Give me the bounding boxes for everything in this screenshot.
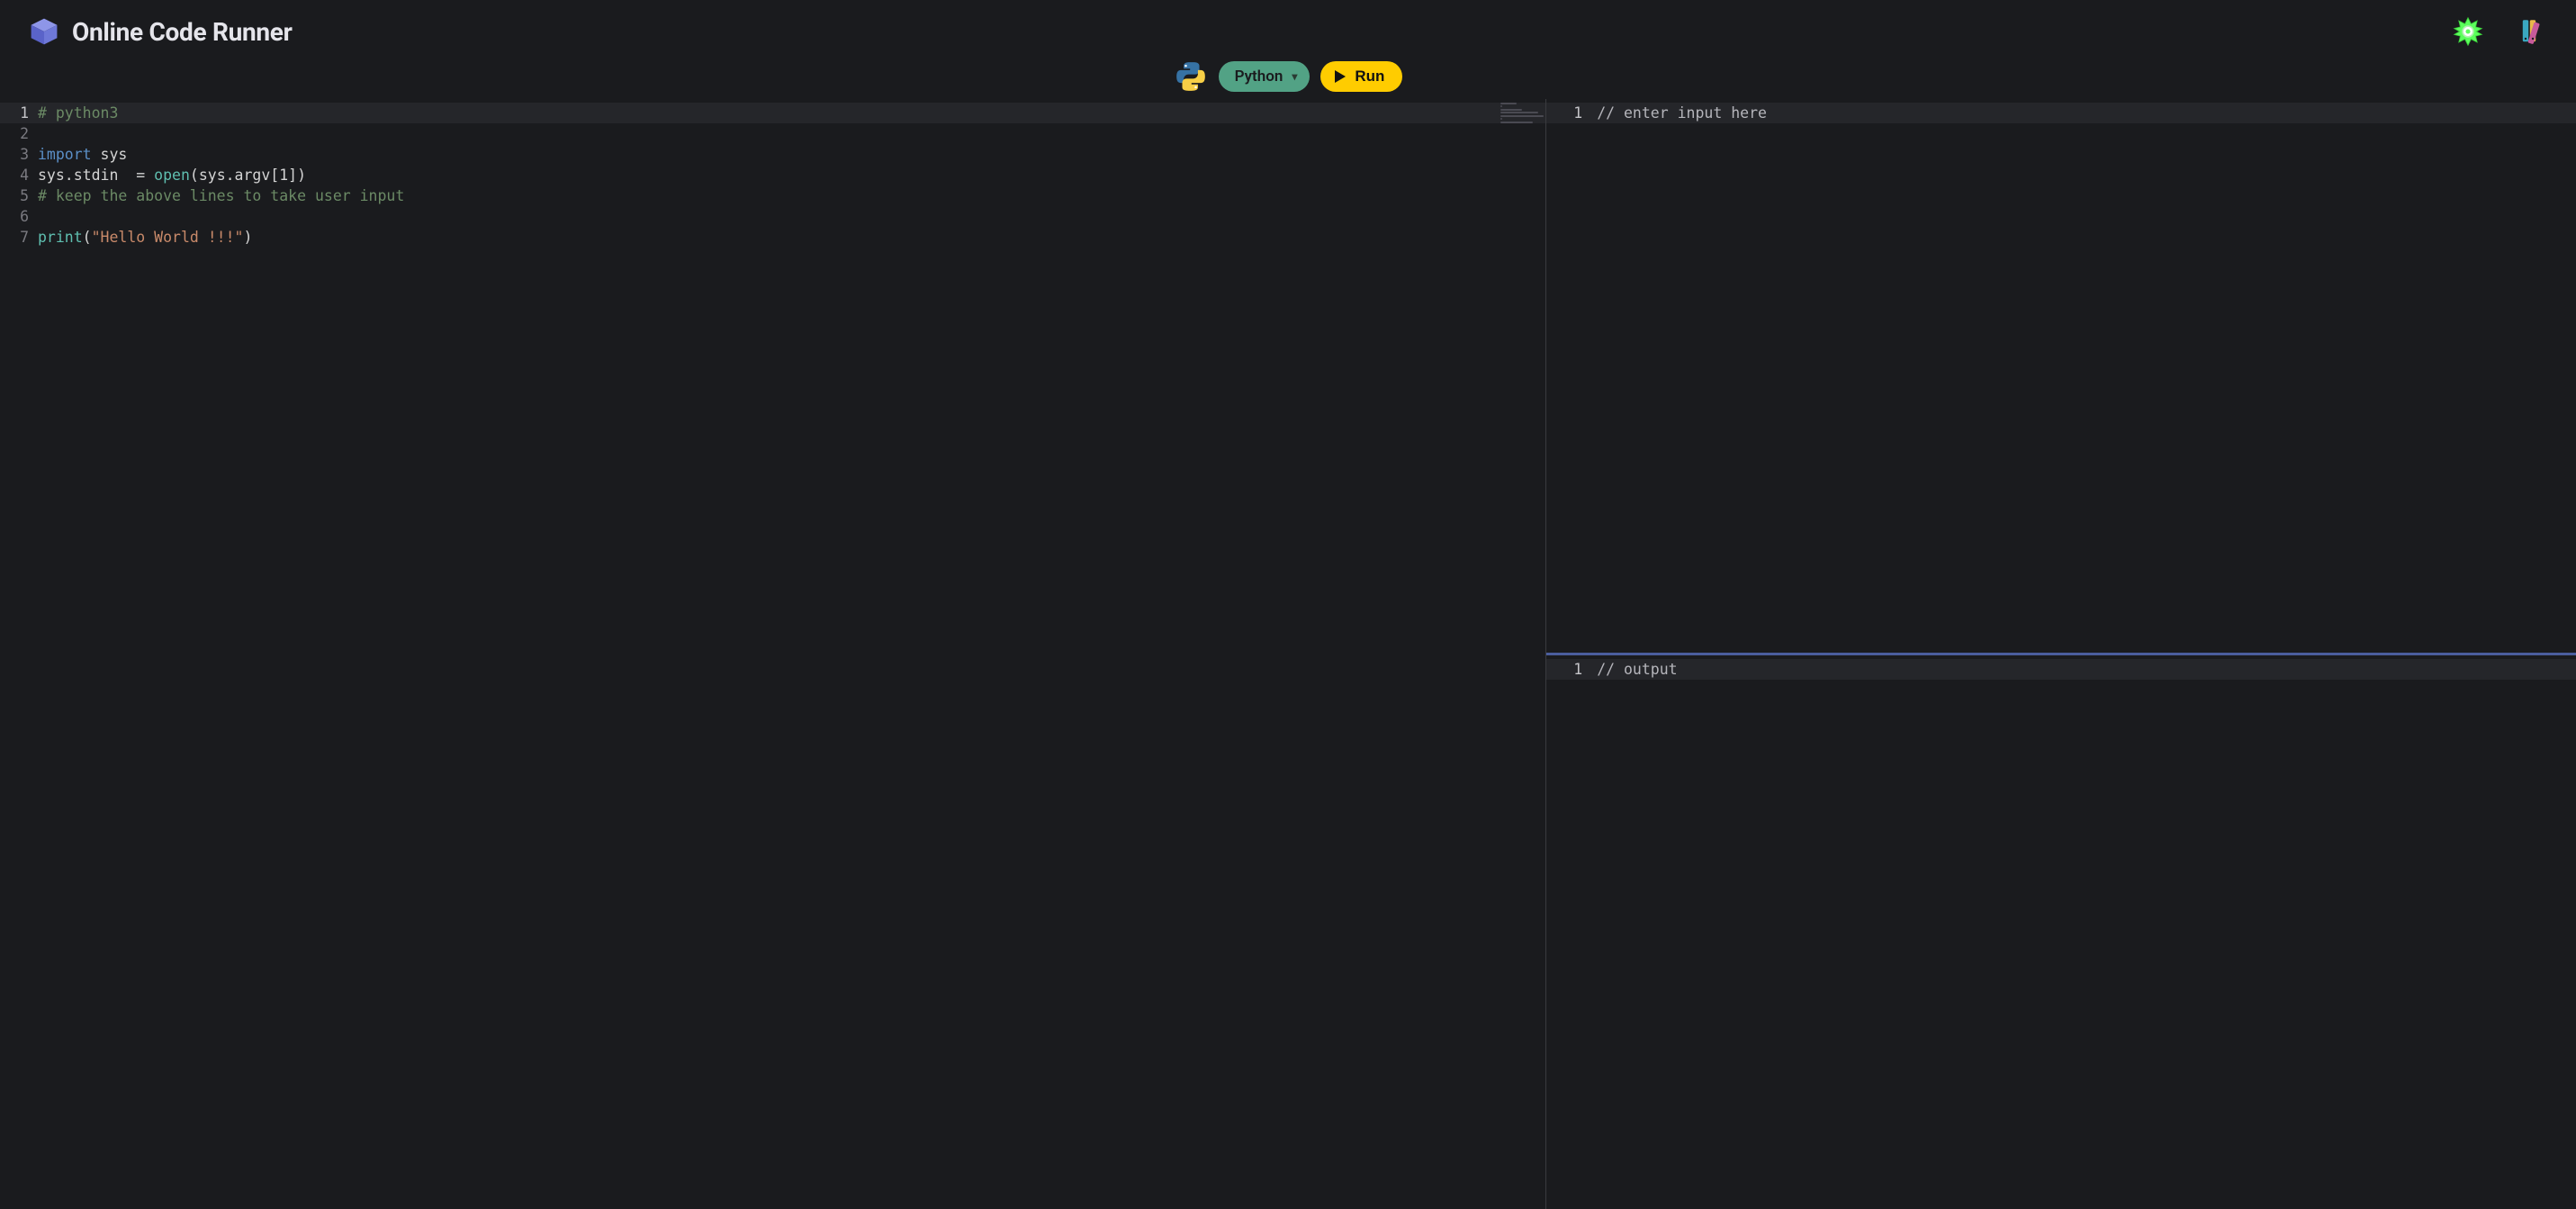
code-line[interactable]: 2 — [0, 123, 1545, 144]
header-right — [2452, 15, 2549, 48]
minimap[interactable] — [1499, 101, 1544, 137]
code-line[interactable]: 7print("Hello World !!!") — [0, 227, 1545, 248]
toolbar: Python ▾ Run — [0, 54, 2576, 99]
line-number: 6 — [0, 206, 38, 227]
line-number: 2 — [0, 123, 38, 144]
code-line[interactable]: 6 — [0, 206, 1545, 227]
code-line[interactable]: 5# keep the above lines to take user inp… — [0, 185, 1545, 206]
theme-toggle-button[interactable] — [2452, 15, 2484, 48]
line-number: 5 — [0, 185, 38, 206]
line-number: 1 — [0, 103, 38, 123]
code-content: import sys — [38, 144, 127, 165]
theme-palette-button[interactable] — [2517, 15, 2549, 48]
code-content: // enter input here — [1597, 103, 1767, 123]
run-button[interactable]: Run — [1320, 61, 1402, 92]
palette-icon — [2518, 17, 2547, 46]
line-number: 7 — [0, 227, 38, 248]
line-number: 3 — [0, 144, 38, 165]
code-content: // output — [1597, 659, 1677, 680]
header-left: Online Code Runner — [27, 14, 293, 49]
code-editor-pane[interactable]: 1# python323import sys4sys.stdin = open(… — [0, 99, 1545, 1209]
code-content: sys.stdin = open(sys.argv[1]) — [38, 165, 306, 185]
line-number: 1 — [1546, 103, 1597, 123]
code-content: print("Hello World !!!") — [38, 227, 252, 248]
run-button-label: Run — [1355, 68, 1384, 86]
code-content: # keep the above lines to take user inpu… — [38, 185, 404, 206]
code-content: # python3 — [38, 103, 118, 123]
code-line[interactable]: 1// output — [1546, 659, 2576, 680]
language-select[interactable]: Python ▾ — [1219, 61, 1311, 92]
input-pane[interactable]: 1// enter input here — [1546, 99, 2576, 653]
python-logo-icon — [1174, 59, 1208, 94]
code-line[interactable]: 1# python3 — [0, 103, 1545, 123]
chevron-down-icon: ▾ — [1292, 70, 1297, 83]
workspace: 1# python323import sys4sys.stdin = open(… — [0, 99, 2576, 1209]
play-icon — [1335, 70, 1346, 83]
code-editor[interactable]: 1# python323import sys4sys.stdin = open(… — [0, 99, 1545, 1209]
line-number: 4 — [0, 165, 38, 185]
app-title: Online Code Runner — [72, 17, 293, 47]
input-editor[interactable]: 1// enter input here — [1546, 99, 2576, 123]
io-pane: 1// enter input here 1// output — [1545, 99, 2576, 1209]
output-pane: 1// output — [1546, 653, 2576, 1209]
code-line[interactable]: 1// enter input here — [1546, 103, 2576, 123]
output-editor: 1// output — [1546, 655, 2576, 680]
app-logo-icon — [27, 14, 61, 49]
code-line[interactable]: 4sys.stdin = open(sys.argv[1]) — [0, 165, 1545, 185]
header: Online Code Runner — [0, 0, 2576, 54]
language-select-label: Python — [1235, 68, 1283, 86]
sun-icon — [2453, 16, 2483, 47]
code-line[interactable]: 3import sys — [0, 144, 1545, 165]
line-number: 1 — [1546, 659, 1597, 680]
